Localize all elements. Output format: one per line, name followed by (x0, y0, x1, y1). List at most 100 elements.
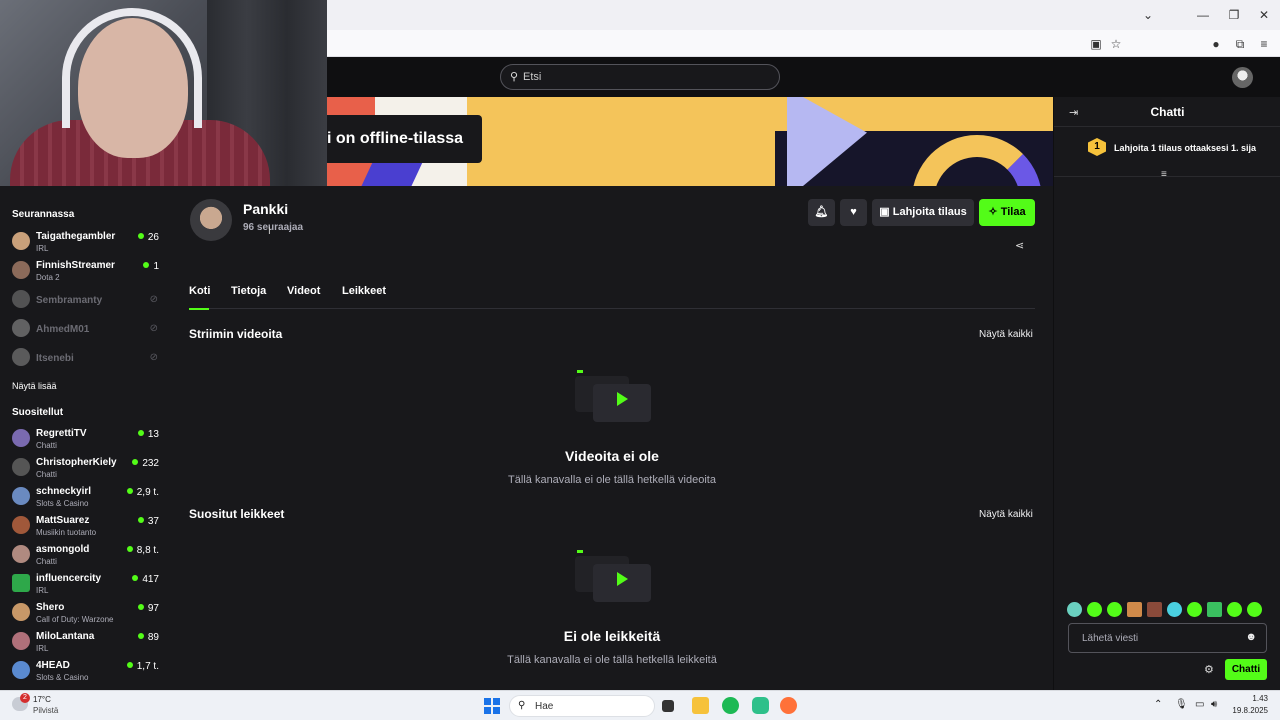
channel-category: IRL (36, 244, 49, 253)
windows-start-icon[interactable] (484, 698, 500, 714)
viewer-count: 37 (137, 516, 159, 527)
pinned-messages-icon[interactable]: ≡ (1161, 169, 1167, 180)
sidebar-channel[interactable]: influencercity IRL 417 (0, 570, 170, 598)
minimize-button[interactable]: — (1193, 6, 1213, 24)
channel-tabs: Koti Tietoja Videot Leikkeet (189, 285, 1035, 310)
videos-show-all-link[interactable]: Näytä kaikki (979, 329, 1033, 340)
emote-icon[interactable] (1087, 602, 1102, 617)
close-window-button[interactable]: ✕ (1254, 6, 1274, 24)
emote-icon[interactable] (1227, 602, 1242, 617)
rank-badge-icon: 1 (1088, 138, 1106, 156)
tab-clips[interactable]: Leikkeet (342, 285, 386, 309)
weather-temperature[interactable]: 17°C (33, 695, 51, 704)
sidebar-channel[interactable]: MiloLantana IRL 89 (0, 628, 170, 656)
viewer-count: 89 (137, 632, 159, 643)
emote-icon[interactable] (1207, 602, 1222, 617)
gift-leaderboard-text: Lahjoita 1 tilaus ottaaksesi 1. sija (1114, 143, 1257, 153)
notification-bell-button[interactable]: 🔔︎ (808, 199, 835, 226)
sidebar-channel[interactable]: RegrettiTV Chatti 13 (0, 425, 170, 453)
emote-icon[interactable] (1127, 602, 1142, 617)
channel-avatar-large[interactable] (190, 199, 232, 241)
maximize-button[interactable]: ❐ (1224, 6, 1244, 24)
sidebar-channel[interactable]: schneckyirl Slots & Casino 2,9 t. (0, 483, 170, 511)
tab-home[interactable]: Koti (189, 285, 210, 310)
bell-icon: 🔔︎ (814, 206, 829, 218)
volume-icon[interactable]: 🔊︎ (1211, 699, 1217, 710)
channel-category: Dota 2 (36, 273, 60, 282)
sidebar-channel[interactable]: MattSuarez Musiikin tuotanto 37 (0, 512, 170, 540)
sidebar-channel[interactable]: Shero Call of Duty: Warzone 97 (0, 599, 170, 627)
account-icon[interactable]: ● (1208, 36, 1224, 52)
chat-message-box[interactable]: ☻ (1068, 623, 1267, 653)
viewer-count: 1,7 t. (126, 661, 159, 672)
taskbar-search-label: Hae (535, 701, 554, 712)
channel-category: IRL (36, 644, 49, 653)
channel-category: Chatti (36, 557, 57, 566)
chat-message-input[interactable] (1082, 631, 1242, 645)
emote-icon[interactable] (1147, 602, 1162, 617)
videos-section-title: Striimin videoita (189, 327, 283, 341)
live-dot-icon (137, 430, 144, 436)
clock-date[interactable]: 19.8.2025 (1225, 706, 1268, 715)
emote-icon[interactable] (1067, 602, 1082, 617)
subscribe-button[interactable]: ✧ Tilaa (979, 199, 1035, 226)
sidebar-channel[interactable]: ChristopherKiely Chatti 232 (0, 454, 170, 482)
tab-videos[interactable]: Videot (287, 285, 320, 309)
network-icon[interactable]: ▭ (1195, 699, 1204, 710)
clock-time[interactable]: 1.43 (1232, 694, 1268, 703)
bookmark-star-icon[interactable]: ☆ (1108, 36, 1124, 52)
channel-name: MattSuarez (36, 515, 90, 526)
channel-avatar (12, 487, 30, 505)
emote-icon[interactable] (1247, 602, 1262, 617)
spotify-icon[interactable] (722, 697, 739, 714)
tab-list-dropdown-icon[interactable]: ⌄ (1138, 6, 1158, 24)
sidebar-channel[interactable]: Taigathegambler IRL 26 (0, 228, 170, 256)
gift-icon: ▣ (879, 206, 890, 218)
empty-clips-title: Ei ole leikkeitä (563, 628, 661, 644)
chat-settings-gear-icon[interactable]: ⚙ (1204, 663, 1214, 676)
task-view-icon[interactable] (662, 700, 674, 712)
follower-count: 96 seuraajaa (243, 222, 304, 233)
show-more-link[interactable]: Näytä lisää (12, 381, 57, 391)
viewer-count: 232 (132, 458, 159, 469)
weather-description[interactable]: Pilvistä (33, 706, 58, 715)
clips-show-all-link[interactable]: Näytä kaikki (979, 509, 1033, 520)
offline-icon: ⊘ (149, 352, 158, 363)
menu-icon[interactable]: ≡ (1256, 36, 1272, 52)
viewer-count: 13 (137, 429, 159, 440)
taskbar-search-box[interactable]: ⚲ Hae (509, 695, 655, 717)
sidebar-channel[interactable]: FinnishStreamer Dota 2 1 (0, 257, 170, 285)
chat-send-button[interactable]: Chatti (1225, 659, 1267, 680)
show-hidden-icons-chevron-icon[interactable]: ⌃ (1154, 699, 1162, 710)
gift-subscription-button[interactable]: ▣ Lahjoita tilaus (872, 199, 974, 226)
sidebar-channel[interactable]: asmongold Chatti 8,8 t. (0, 541, 170, 569)
channel-name: Taigathegambler (36, 231, 116, 242)
emote-icon[interactable] (1187, 602, 1202, 617)
extensions-icon[interactable]: ⧉ (1232, 36, 1248, 52)
tab-about[interactable]: Tietoja (231, 285, 266, 309)
subscribe-label: Tilaa (1000, 206, 1026, 218)
search-icon: ⚲ (510, 71, 519, 83)
follow-button[interactable]: ♥ (840, 199, 867, 226)
user-avatar[interactable] (1232, 67, 1253, 88)
reader-view-icon[interactable]: ▣ (1088, 36, 1104, 52)
sidebar-channel[interactable]: 4HEAD Slots & Casino 1,7 t. (0, 657, 170, 685)
microphone-icon[interactable]: 🎙︎ (1175, 699, 1188, 710)
live-dot-icon (137, 604, 144, 610)
file-explorer-icon[interactable] (692, 697, 709, 714)
emote-icon[interactable] (1107, 602, 1122, 617)
search-input[interactable] (523, 69, 763, 85)
sidebar-channel-offline[interactable]: Itsenebi ⊘ (0, 344, 170, 372)
play-icon (617, 572, 628, 586)
emote-icon[interactable] (1167, 602, 1182, 617)
sidebar-channel-offline[interactable]: AhmedM01 ⊘ (0, 315, 170, 343)
gift-leaderboard[interactable]: 1 Lahjoita 1 tilaus ottaaksesi 1. sija (1054, 127, 1280, 177)
firefox-icon[interactable] (780, 697, 797, 714)
sidebar-channel-offline[interactable]: Sembramanty ⊘ (0, 286, 170, 314)
share-icon[interactable]: ⋖ (1015, 239, 1024, 252)
channel-name: MiloLantana (36, 631, 95, 642)
channel-avatar (12, 348, 30, 366)
search-bar[interactable]: ⚲ (500, 64, 780, 90)
app-icon[interactable] (752, 697, 769, 714)
emoji-picker-icon[interactable]: ☻ (1245, 631, 1257, 643)
